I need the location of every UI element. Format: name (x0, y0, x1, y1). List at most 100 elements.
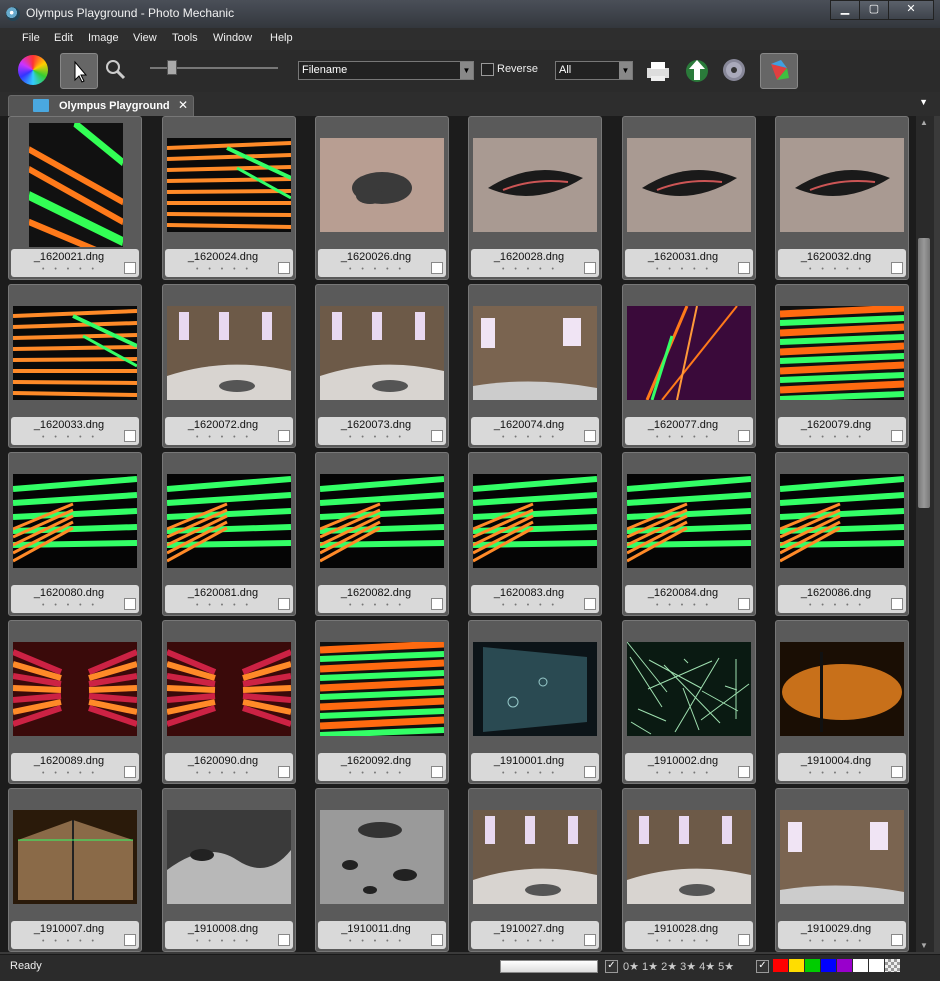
thumbnail-cell[interactable]: _1620082.dng • • • • • (315, 452, 449, 616)
tag-checkbox[interactable] (738, 934, 750, 946)
scroll-down-icon[interactable]: ▼ (920, 941, 928, 950)
thumbnail-cell[interactable]: _1910027.dng • • • • • (468, 788, 602, 952)
thumbnail-frame[interactable] (13, 642, 137, 736)
tag-checkbox[interactable] (278, 430, 290, 442)
color-class-swatch[interactable] (821, 959, 836, 972)
thumbnail-cell[interactable]: _1910028.dng • • • • • (622, 788, 756, 952)
star-rating[interactable]: • • • • • (35, 434, 105, 441)
tag-checkbox[interactable] (738, 598, 750, 610)
thumbnail-frame[interactable] (167, 810, 291, 904)
thumbnail-frame[interactable] (473, 306, 597, 400)
star-rating[interactable]: • • • • • (649, 434, 719, 441)
tab-menu-chevron-icon[interactable]: ▼ (919, 97, 928, 107)
star-rating[interactable]: • • • • • (35, 770, 105, 777)
thumbnail-frame[interactable] (167, 642, 291, 736)
tag-checkbox[interactable] (278, 262, 290, 274)
thumbnail-frame[interactable] (627, 810, 751, 904)
star-rating[interactable]: • • • • • (649, 938, 719, 945)
zoom-tool-button[interactable] (102, 56, 130, 84)
thumbnail-cell[interactable]: _1620033.dng • • • • • (8, 284, 142, 448)
tag-checkbox[interactable] (124, 766, 136, 778)
color-class-swatch[interactable] (853, 959, 868, 972)
color-class-button[interactable] (760, 53, 798, 89)
color-class-swatch[interactable] (837, 959, 852, 972)
thumbnail-frame[interactable] (167, 138, 291, 232)
thumbnail-frame[interactable] (780, 642, 904, 736)
star-rating[interactable]: • • • • • (35, 938, 105, 945)
thumbnail-frame[interactable] (13, 306, 137, 400)
thumbnail-cell[interactable]: _1910001.dng • • • • • (468, 620, 602, 784)
star-rating[interactable]: • • • • • (802, 938, 872, 945)
upload-button[interactable] (683, 56, 711, 84)
thumbnail-cell[interactable]: _1620086.dng • • • • • (775, 452, 909, 616)
close-button[interactable]: ✕ (888, 0, 934, 20)
menu-help[interactable]: Help (270, 32, 293, 44)
thumbnail-cell[interactable]: _1620074.dng • • • • • (468, 284, 602, 448)
thumbnail-cell[interactable]: _1620031.dng • • • • • (622, 116, 756, 280)
tag-checkbox[interactable] (891, 766, 903, 778)
menu-view[interactable]: View (133, 32, 157, 44)
print-button[interactable] (643, 58, 673, 84)
thumbnail-frame[interactable] (320, 810, 444, 904)
tab-olympus-playground[interactable]: Olympus Playground ✕ (8, 95, 194, 117)
thumbnail-frame[interactable] (627, 642, 751, 736)
star-rating[interactable]: • • • • • (189, 602, 259, 609)
thumbnail-frame[interactable] (320, 642, 444, 736)
tag-checkbox[interactable] (431, 934, 443, 946)
star-rating[interactable]: • • • • • (495, 434, 565, 441)
color-class-swatch[interactable] (773, 959, 788, 972)
color-class-swatch[interactable] (789, 959, 804, 972)
thumbnail-cell[interactable]: _1620083.dng • • • • • (468, 452, 602, 616)
tag-checkbox[interactable] (278, 598, 290, 610)
thumbnail-frame[interactable] (13, 474, 137, 568)
star-rating[interactable]: • • • • • (495, 602, 565, 609)
thumbnail-frame[interactable] (780, 138, 904, 232)
color-class-swatch[interactable] (869, 959, 884, 972)
rating-filter[interactable]: 0★ 1★ 2★ 3★ 4★ 5★ (623, 960, 734, 973)
star-rating[interactable]: • • • • • (35, 602, 105, 609)
thumbnail-frame[interactable] (167, 306, 291, 400)
thumbnail-cell[interactable]: _1620090.dng • • • • • (162, 620, 296, 784)
thumbnail-frame[interactable] (627, 474, 751, 568)
thumbnail-cell[interactable]: _1620024.dng • • • • • (162, 116, 296, 280)
rating-filter-checkbox[interactable]: ✓ (605, 960, 618, 973)
thumbnail-frame[interactable] (320, 474, 444, 568)
filter-select[interactable]: All ▼ (555, 61, 633, 80)
color-class-swatch[interactable] (885, 959, 900, 972)
app-logo-icon[interactable] (18, 55, 48, 85)
tag-checkbox[interactable] (738, 766, 750, 778)
tag-checkbox[interactable] (124, 262, 136, 274)
tag-checkbox[interactable] (584, 262, 596, 274)
thumbnail-frame[interactable] (13, 810, 137, 904)
thumbnail-frame[interactable] (167, 474, 291, 568)
scroll-up-icon[interactable]: ▲ (920, 118, 928, 127)
thumbnail-cell[interactable]: _1620072.dng • • • • • (162, 284, 296, 448)
thumbnail-cell[interactable]: _1620081.dng • • • • • (162, 452, 296, 616)
color-class-swatch[interactable] (805, 959, 820, 972)
tag-checkbox[interactable] (431, 598, 443, 610)
menu-image[interactable]: Image (88, 32, 119, 44)
tag-checkbox[interactable] (431, 766, 443, 778)
thumbnail-frame[interactable] (780, 810, 904, 904)
tag-checkbox[interactable] (584, 430, 596, 442)
tag-checkbox[interactable] (584, 934, 596, 946)
thumbnail-frame[interactable] (780, 306, 904, 400)
menu-edit[interactable]: Edit (54, 32, 73, 44)
menu-tools[interactable]: Tools (172, 32, 198, 44)
thumbnail-cell[interactable]: _1620084.dng • • • • • (622, 452, 756, 616)
star-rating[interactable]: • • • • • (342, 602, 412, 609)
thumbnail-cell[interactable]: _1620032.dng • • • • • (775, 116, 909, 280)
thumbnail-cell[interactable]: _1910002.dng • • • • • (622, 620, 756, 784)
thumbnail-cell[interactable]: _1620021.dng • • • • • (8, 116, 142, 280)
star-rating[interactable]: • • • • • (189, 938, 259, 945)
tag-checkbox[interactable] (891, 262, 903, 274)
thumbnail-cell[interactable]: _1910007.dng • • • • • (8, 788, 142, 952)
thumbnail-cell[interactable]: _1620079.dng • • • • • (775, 284, 909, 448)
thumbnail-frame[interactable] (473, 642, 597, 736)
menu-file[interactable]: File (22, 32, 40, 44)
tag-checkbox[interactable] (278, 934, 290, 946)
thumbnail-frame[interactable] (320, 306, 444, 400)
thumbnail-frame[interactable] (29, 123, 123, 247)
thumbnail-cell[interactable]: _1620092.dng • • • • • (315, 620, 449, 784)
thumbnail-cell[interactable]: _1620073.dng • • • • • (315, 284, 449, 448)
